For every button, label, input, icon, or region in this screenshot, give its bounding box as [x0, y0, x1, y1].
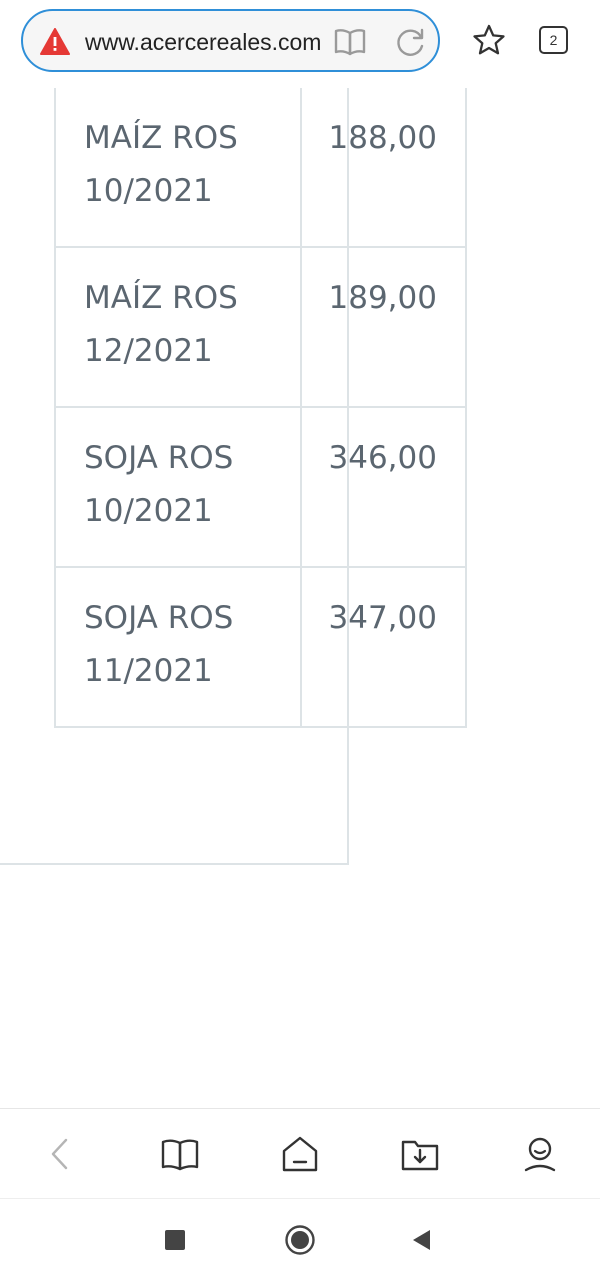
product-name: MAÍZ ROS: [84, 120, 238, 156]
price-table: MAÍZ ROS 10/2021 188,00 MAÍZ ROS 12/2021…: [54, 88, 467, 728]
product-name: MAÍZ ROS: [84, 280, 238, 316]
product-cell: MAÍZ ROS 10/2021: [54, 88, 302, 248]
back-icon[interactable]: [410, 1228, 432, 1252]
address-bar[interactable]: www.acercereales.com.ar: [21, 9, 440, 72]
browser-bottom-toolbar: [0, 1108, 600, 1198]
warning-icon[interactable]: [40, 28, 70, 56]
price-cell: 189,00: [300, 246, 467, 408]
product-period: 12/2021: [84, 333, 213, 369]
downloads-icon[interactable]: [400, 1134, 440, 1174]
system-nav-bar: [0, 1198, 600, 1278]
product-period: 10/2021: [84, 493, 213, 529]
back-icon[interactable]: [40, 1134, 80, 1174]
recents-icon[interactable]: [165, 1230, 185, 1250]
price-cell: 346,00: [300, 406, 467, 568]
price-cell: 188,00: [300, 88, 467, 248]
product-name: SOJA ROS: [84, 440, 234, 476]
product-cell: SOJA ROS 10/2021: [54, 406, 302, 568]
product-cell: SOJA ROS 11/2021: [54, 566, 302, 728]
price-cell: 347,00: [300, 566, 467, 728]
table-row: MAÍZ ROS 12/2021 189,00: [54, 246, 467, 408]
price-value: 189,00: [328, 280, 437, 316]
product-period: 11/2021: [84, 653, 213, 689]
home-icon[interactable]: [284, 1224, 316, 1256]
table-row: SOJA ROS 10/2021 346,00: [54, 406, 467, 568]
bookmarks-icon[interactable]: [160, 1134, 200, 1174]
browser-screen: www.acercereales.com.ar 2 MAÍZ ROS 10/20…: [0, 0, 600, 1278]
url-text[interactable]: www.acercereales.com.ar: [85, 27, 323, 57]
reader-mode-icon[interactable]: [333, 26, 367, 58]
home-icon[interactable]: [280, 1134, 320, 1174]
browser-top-bar: www.acercereales.com.ar 2: [0, 0, 600, 88]
price-value: 346,00: [328, 440, 437, 476]
tabs-button[interactable]: 2: [539, 26, 568, 54]
price-value: 188,00: [328, 120, 437, 156]
table-row: SOJA ROS 11/2021 347,00: [54, 566, 467, 728]
table-row: MAÍZ ROS 10/2021 188,00: [54, 88, 467, 248]
reload-icon[interactable]: [395, 26, 427, 58]
page-content[interactable]: MAÍZ ROS 10/2021 188,00 MAÍZ ROS 12/2021…: [0, 88, 600, 1108]
star-icon[interactable]: [472, 24, 506, 56]
product-name: SOJA ROS: [84, 600, 234, 636]
product-period: 10/2021: [84, 173, 213, 209]
price-value: 347,00: [328, 600, 437, 636]
tab-count: 2: [549, 32, 558, 48]
product-cell: MAÍZ ROS 12/2021: [54, 246, 302, 408]
profile-icon[interactable]: [520, 1134, 560, 1174]
